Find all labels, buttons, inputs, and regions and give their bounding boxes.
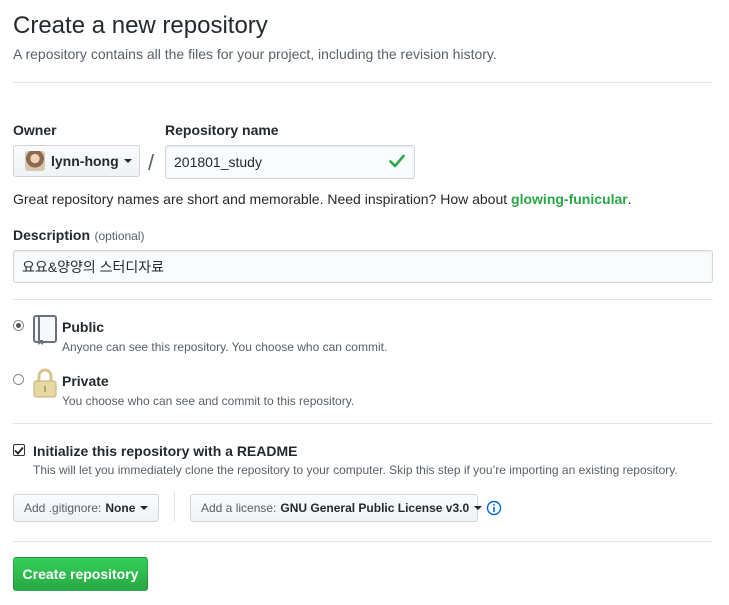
gitignore-dropdown[interactable]: Add .gitignore: None	[13, 494, 159, 522]
info-icon[interactable]	[486, 500, 502, 516]
license-dropdown[interactable]: Add a license: GNU General Public Licens…	[190, 494, 483, 522]
vertical-divider	[174, 492, 175, 522]
owner-dropdown[interactable]: lynn-hong	[13, 145, 140, 177]
public-title: Public	[62, 319, 105, 335]
private-title: Private	[62, 373, 109, 389]
repository-name-input[interactable]: 201801_study	[165, 145, 415, 179]
license-prefix: Add a license:	[201, 501, 277, 515]
create-repository-button[interactable]: Create repository	[13, 557, 148, 591]
divider	[13, 299, 713, 300]
owner-label: Owner	[13, 122, 57, 138]
caret-down-icon	[123, 159, 132, 163]
readme-checkbox[interactable]	[13, 444, 25, 456]
license-value: GNU General Public License v3.0	[280, 501, 470, 515]
page-title: Create a new repository	[13, 12, 268, 39]
repo-name-label: Repository name	[165, 122, 279, 138]
repo-name-hint: Great repository names are short and mem…	[13, 191, 632, 207]
checkmark-icon	[14, 446, 24, 455]
lock-icon	[33, 368, 57, 398]
divider	[13, 82, 713, 83]
caret-down-icon	[140, 506, 149, 510]
hint-text: Great repository names are short and mem…	[13, 191, 512, 207]
description-label: Description	[13, 227, 91, 243]
divider	[13, 541, 713, 542]
check-icon	[389, 154, 405, 168]
readme-title: Initialize this repository with a README	[33, 443, 298, 459]
private-radio[interactable]	[13, 374, 24, 385]
description-input[interactable]: 요요&양양의 스터디자료	[13, 250, 713, 283]
avatar	[25, 151, 45, 171]
description-label-group: Description (optional)	[13, 227, 145, 245]
public-note: Anyone can see this repository. You choo…	[62, 340, 388, 354]
hint-end: .	[627, 191, 632, 207]
suggestion-link[interactable]: glowing-funicular	[511, 191, 628, 207]
repo-book-icon	[33, 315, 57, 345]
readme-note: This will let you immediately clone the …	[33, 463, 678, 477]
repository-name-value: 201801_study	[174, 154, 262, 170]
gitignore-value: None	[105, 501, 136, 515]
page-subtitle: A repository contains all the files for …	[13, 46, 497, 62]
owner-value: lynn-hong	[51, 153, 119, 169]
caret-down-icon	[474, 506, 483, 510]
gitignore-prefix: Add .gitignore:	[24, 501, 102, 515]
divider	[13, 423, 713, 424]
private-note: You choose who can see and commit to thi…	[62, 394, 355, 408]
optional-note: (optional)	[94, 229, 145, 243]
description-value: 요요&양양의 스터디자료	[22, 258, 165, 275]
public-radio[interactable]	[13, 320, 24, 331]
radio-dot	[16, 323, 21, 328]
owner-repo-separator: /	[148, 150, 155, 175]
